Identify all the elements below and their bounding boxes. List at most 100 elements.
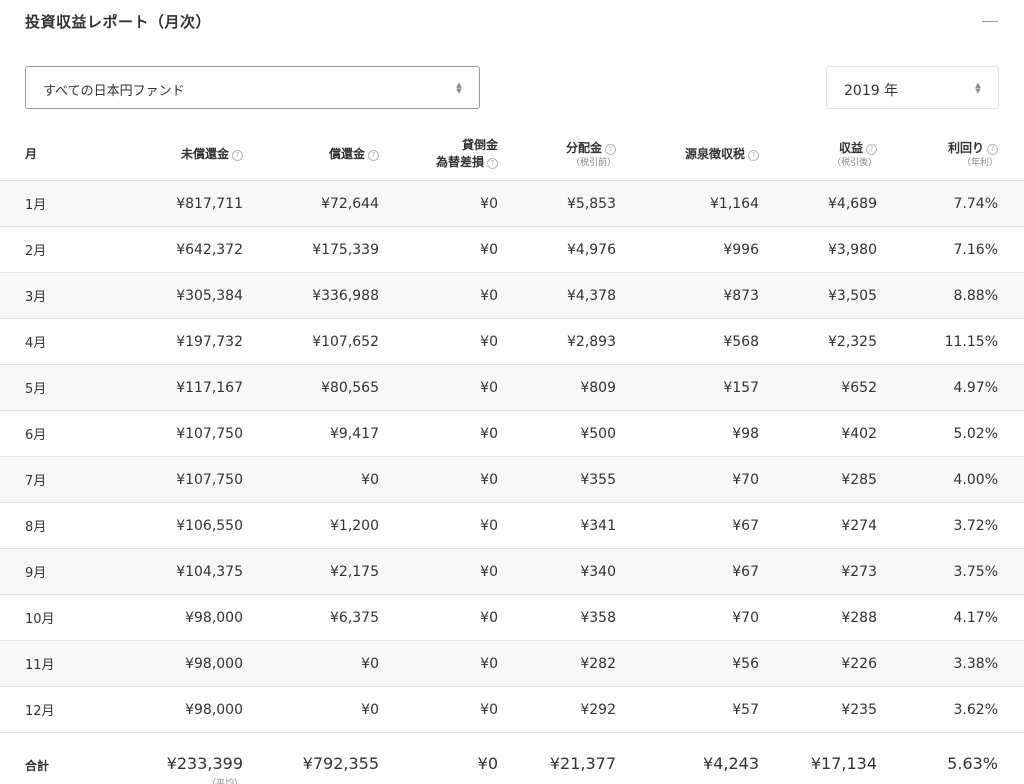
value-cell: 4.97% xyxy=(877,364,1024,411)
value-cell: ¥0 xyxy=(379,272,498,319)
table-row: 7月 ¥107,750 ¥0 ¥0 ¥355 ¥70 ¥285 4.00% xyxy=(0,456,1024,503)
month-cell: 11月 xyxy=(0,640,100,687)
value-cell: ¥2,325 xyxy=(759,318,877,365)
value-cell: ¥98,000 xyxy=(100,640,243,687)
value-cell: ¥336,988 xyxy=(243,272,379,319)
updown-arrows-icon: ▲ ▼ xyxy=(456,81,462,95)
column-header-label: 源泉徴収税 xyxy=(684,146,745,161)
value-cell: 5.02% xyxy=(877,410,1024,457)
value-cell: ¥9,417 xyxy=(243,410,379,457)
value-cell: ¥355 xyxy=(498,456,616,503)
value-cell: ¥157 xyxy=(616,364,759,411)
value-cell: 3.62% xyxy=(877,686,1024,733)
value-cell: 3.38% xyxy=(877,640,1024,687)
month-cell: 2月 xyxy=(0,226,100,273)
total-value: ¥233,399 xyxy=(166,754,243,773)
table-row: 1月 ¥817,711 ¥72,644 ¥0 ¥5,853 ¥1,164 ¥4,689 7.7… xyxy=(0,180,1024,227)
value-cell: ¥0 xyxy=(379,502,498,549)
table-total-row: 合計 ¥233,399 （平均） ¥792,355 ¥0 ¥21,377 ¥4,243 ¥17… xyxy=(0,732,1024,784)
value-cell: ¥80,565 xyxy=(243,364,379,411)
table-row: 5月 ¥117,167 ¥80,565 ¥0 ¥809 ¥157 ¥652 4.97% xyxy=(0,364,1024,411)
value-cell: ¥817,711 xyxy=(100,180,243,227)
value-cell: ¥0 xyxy=(379,640,498,687)
collapse-minus-icon[interactable] xyxy=(982,14,998,28)
value-cell: ¥500 xyxy=(498,410,616,457)
value-cell: ¥3,980 xyxy=(759,226,877,273)
value-cell: ¥1,164 xyxy=(616,180,759,227)
total-value: ¥4,243 xyxy=(703,754,759,773)
question-circle-icon[interactable]: ? xyxy=(866,143,877,155)
month-cell: 8月 xyxy=(0,502,100,549)
value-cell: ¥67 xyxy=(616,548,759,595)
column-header-sub: （税引後） xyxy=(831,157,877,168)
value-cell: ¥56 xyxy=(616,640,759,687)
table-row: 4月 ¥197,732 ¥107,652 ¥0 ¥2,893 ¥568 ¥2,325 11.1… xyxy=(0,318,1024,365)
value-cell: 4.00% xyxy=(877,456,1024,503)
value-cell: ¥0 xyxy=(379,364,498,411)
question-circle-icon[interactable]: ? xyxy=(605,143,616,155)
updown-arrows-icon: ▲ ▼ xyxy=(975,81,981,95)
value-cell: ¥274 xyxy=(759,502,877,549)
question-circle-icon[interactable]: ? xyxy=(987,143,998,155)
column-header: 月 xyxy=(0,128,100,181)
value-cell: ¥67 xyxy=(616,502,759,549)
value-cell: ¥197,732 xyxy=(100,318,243,365)
total-value-cell: 5.63% xyxy=(877,732,1024,784)
value-cell: ¥175,339 xyxy=(243,226,379,273)
month-cell: 4月 xyxy=(0,318,100,365)
value-cell: ¥70 xyxy=(616,594,759,641)
value-cell: ¥226 xyxy=(759,640,877,687)
total-value: 5.63% xyxy=(947,754,998,773)
value-cell: ¥107,750 xyxy=(100,410,243,457)
value-cell: ¥0 xyxy=(379,686,498,733)
value-cell: ¥107,652 xyxy=(243,318,379,365)
value-cell: 7.74% xyxy=(877,180,1024,227)
question-circle-icon[interactable]: ? xyxy=(368,149,379,161)
value-cell: ¥0 xyxy=(379,548,498,595)
value-cell: ¥107,750 xyxy=(100,456,243,503)
column-header: 利回り? （年利） xyxy=(877,128,1024,181)
total-label: 合計 xyxy=(0,732,100,784)
total-value-cell: ¥17,134 xyxy=(759,732,877,784)
column-header-label: 償還金 xyxy=(328,146,365,161)
value-cell: ¥340 xyxy=(498,548,616,595)
question-circle-icon[interactable]: ? xyxy=(487,158,498,169)
value-cell: ¥0 xyxy=(243,640,379,687)
question-circle-icon[interactable]: ? xyxy=(748,149,759,161)
table-row: 3月 ¥305,384 ¥336,988 ¥0 ¥4,378 ¥873 ¥3,505 8.88… xyxy=(0,272,1024,319)
value-cell: ¥98 xyxy=(616,410,759,457)
value-cell: ¥305,384 xyxy=(100,272,243,319)
value-cell: ¥57 xyxy=(616,686,759,733)
total-value-cell: ¥4,243 xyxy=(616,732,759,784)
value-cell: ¥2,175 xyxy=(243,548,379,595)
table-body: 1月 ¥817,711 ¥72,644 ¥0 ¥5,853 ¥1,164 ¥4,689 7.7… xyxy=(0,180,1024,733)
value-cell: ¥0 xyxy=(379,226,498,273)
value-cell: ¥98,000 xyxy=(100,594,243,641)
question-circle-icon[interactable]: ? xyxy=(232,149,243,161)
month-cell: 9月 xyxy=(0,548,100,595)
value-cell: ¥0 xyxy=(379,410,498,457)
month-cell: 5月 xyxy=(0,364,100,411)
column-header: 未償還金? xyxy=(100,128,243,181)
value-cell: ¥0 xyxy=(243,456,379,503)
table-header-row: 月未償還金? 償還金? 貸倒金 為替差損? 分配金? （税引前） 源泉徴収税? 収益? （税引後… xyxy=(0,128,1024,181)
column-header: 貸倒金 為替差損? xyxy=(379,128,498,181)
year-select[interactable]: 2019 年 ▲ ▼ xyxy=(826,66,999,109)
value-cell: 11.15% xyxy=(877,318,1024,365)
month-cell: 7月 xyxy=(0,456,100,503)
value-cell: 7.16% xyxy=(877,226,1024,273)
table-row: 12月 ¥98,000 ¥0 ¥0 ¥292 ¥57 ¥235 3.62% xyxy=(0,686,1024,733)
value-cell: ¥104,375 xyxy=(100,548,243,595)
value-cell: ¥358 xyxy=(498,594,616,641)
column-header-label: 貸倒金 xyxy=(461,138,498,152)
column-header: 分配金? （税引前） xyxy=(498,128,616,181)
value-cell: ¥282 xyxy=(498,640,616,687)
value-cell: ¥809 xyxy=(498,364,616,411)
total-value-cell: ¥0 xyxy=(379,732,498,784)
value-cell: ¥0 xyxy=(379,456,498,503)
fund-select[interactable]: すべての日本円ファンド ▲ ▼ xyxy=(25,66,480,109)
value-cell: ¥341 xyxy=(498,502,616,549)
value-cell: 3.75% xyxy=(877,548,1024,595)
month-cell: 12月 xyxy=(0,686,100,733)
fund-select-value: すべての日本円ファンド xyxy=(43,84,185,99)
